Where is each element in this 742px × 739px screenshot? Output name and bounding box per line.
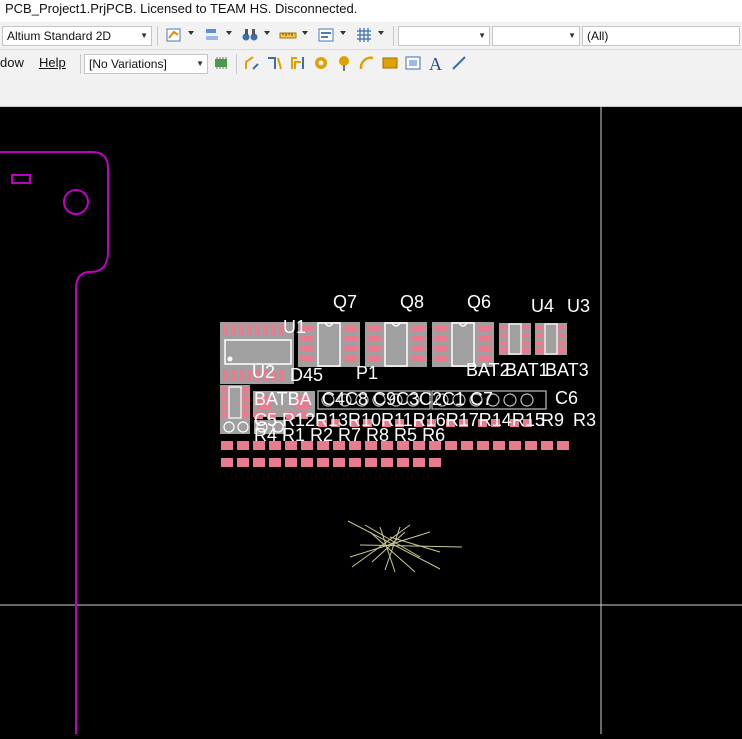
toolbar-divider <box>393 26 394 46</box>
chevron-down-icon[interactable] <box>340 31 346 35</box>
resistor-row-3[interactable] <box>221 458 441 467</box>
label-q8: Q8 <box>400 292 424 312</box>
toolbar-divider <box>157 26 158 46</box>
chevron-down-icon: ▼ <box>568 31 576 40</box>
component-u4[interactable] <box>499 323 531 355</box>
label-c6: C6 <box>555 388 578 408</box>
route-diff-pair-icon[interactable] <box>266 54 284 72</box>
chevron-down-icon: ▼ <box>196 59 204 68</box>
net-select[interactable]: ▼ <box>398 26 490 46</box>
designator-labels: Q7 Q8 Q6 U4 U3 U1 U2 D45 P1 BAT2 BAT1 BA… <box>252 292 596 445</box>
view-mode-select[interactable]: Altium Standard 2D ▼ <box>2 26 152 46</box>
multi-route-icon[interactable] <box>289 54 307 72</box>
component-u2[interactable] <box>220 385 250 420</box>
arc-icon[interactable] <box>358 54 376 72</box>
document-tab-strip <box>0 79 742 107</box>
label-d45: D45 <box>290 365 323 385</box>
binoculars-icon[interactable] <box>241 26 259 44</box>
svg-text:A: A <box>429 54 442 72</box>
mounting-hole <box>63 189 89 215</box>
ruler-icon[interactable] <box>279 26 297 44</box>
pcb-view[interactable]: Q7 Q8 Q6 U4 U3 U1 U2 D45 P1 BAT2 BAT1 BA… <box>0 107 742 734</box>
label-u1: U1 <box>283 317 306 337</box>
board-outline <box>0 151 109 734</box>
polygon-icon[interactable] <box>404 54 422 72</box>
label-u4: U4 <box>531 296 554 316</box>
filter-all-select[interactable]: (All) <box>582 26 740 46</box>
label-u3: U3 <box>567 296 590 316</box>
label-cap-row: C4C8 C9C3C2C1 C7 <box>322 389 493 409</box>
variations-value: [No Variations] <box>89 57 167 71</box>
chevron-down-icon[interactable] <box>264 31 270 35</box>
text-string-icon[interactable]: A <box>427 54 445 72</box>
label-bat3: BAT3 <box>545 360 589 380</box>
via-icon[interactable] <box>312 54 330 72</box>
menu-help[interactable]: Help <box>39 55 66 70</box>
component-q8[interactable] <box>365 322 427 367</box>
class-select[interactable]: ▼ <box>492 26 580 46</box>
label-u2: U2 <box>252 362 275 382</box>
label-r9: R9 <box>541 410 564 430</box>
label-batba: BATBA <box>254 389 312 409</box>
board-slot <box>11 174 31 184</box>
label-resistor-row-2: R4 R1 R2 R7 R8 R5 R6 <box>254 425 445 445</box>
chevron-down-icon[interactable] <box>188 31 194 35</box>
chevron-down-icon[interactable] <box>378 31 384 35</box>
label-q6: Q6 <box>467 292 491 312</box>
chevron-down-icon[interactable] <box>226 31 232 35</box>
toolbar-divider <box>236 54 237 74</box>
chevron-down-icon[interactable] <box>302 31 308 35</box>
label-r3: R3 <box>573 410 596 430</box>
line-icon[interactable] <box>450 54 468 72</box>
component-q7[interactable] <box>298 322 360 367</box>
menu-window[interactable]: dow <box>0 55 24 70</box>
label-bat1: BAT1 <box>505 360 549 380</box>
grid-icon[interactable] <box>355 26 373 44</box>
chevron-down-icon: ▼ <box>140 31 148 40</box>
fill-icon[interactable] <box>381 54 399 72</box>
component-icon[interactable] <box>212 54 230 72</box>
variations-select[interactable]: [No Variations] ▼ <box>84 54 208 74</box>
label-bat2: BAT2 <box>466 360 510 380</box>
pad-icon[interactable] <box>335 54 353 72</box>
window-title: PCB_Project1.PrjPCB. Licensed to TEAM HS… <box>0 0 742 22</box>
toolbar-divider <box>80 54 81 74</box>
toolbar-place: dow Help [No Variations] ▼ A <box>0 50 742 79</box>
toolbar-view: Altium Standard 2D ▼ ▼ ▼ (All) <box>0 22 742 50</box>
filter-all-value: (All) <box>587 29 609 43</box>
interactive-route-icon[interactable] <box>243 54 261 72</box>
label-p1: P1 <box>356 363 378 383</box>
align-icon[interactable] <box>203 26 221 44</box>
view-mode-value: Altium Standard 2D <box>7 29 112 43</box>
ratsnest-lines <box>347 520 463 573</box>
pcb-canvas[interactable]: Q7 Q8 Q6 U4 U3 U1 U2 D45 P1 BAT2 BAT1 BA… <box>0 107 742 734</box>
chevron-down-icon: ▼ <box>478 31 486 40</box>
label-q7: Q7 <box>333 292 357 312</box>
filter-select-icon[interactable] <box>165 26 183 44</box>
component-u3[interactable] <box>535 323 567 355</box>
layer-stack-icon[interactable] <box>317 26 335 44</box>
